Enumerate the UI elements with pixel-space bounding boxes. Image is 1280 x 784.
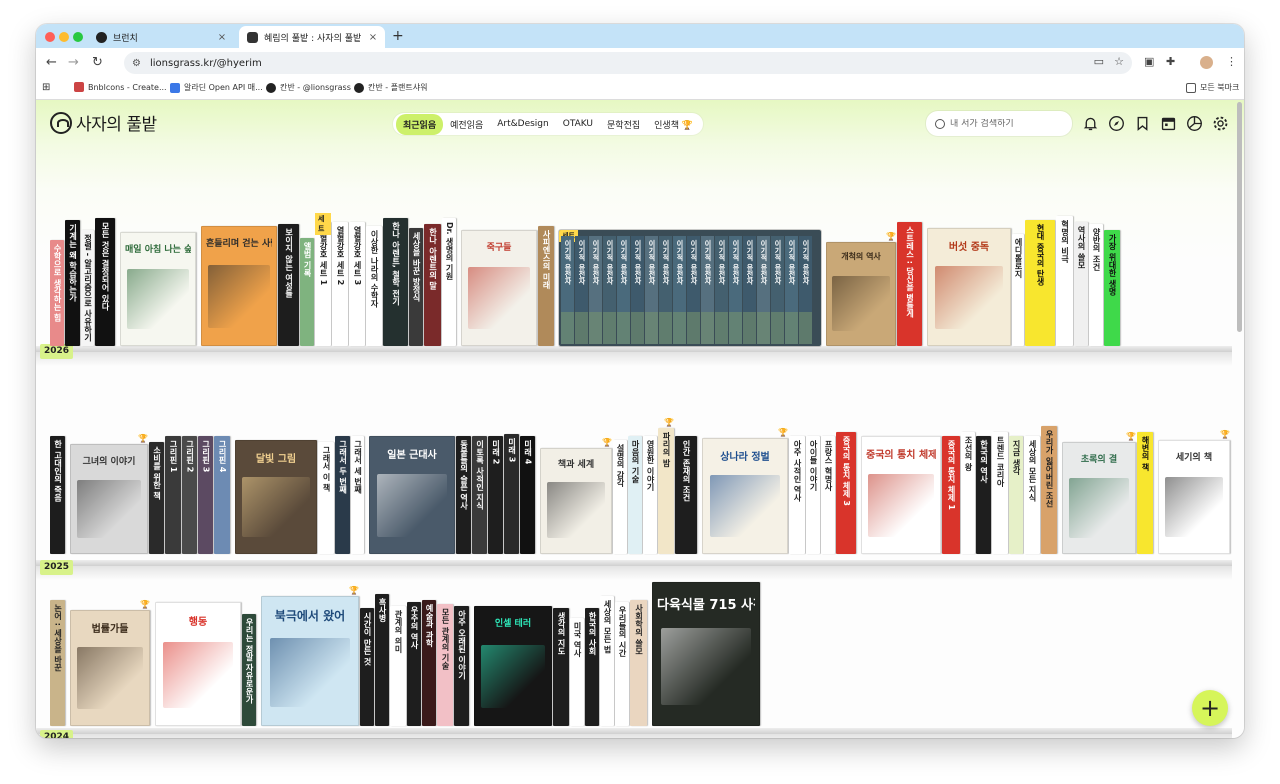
book-spine[interactable]: 논어 : 세상을 바꾼 (50, 600, 65, 726)
bookmark-bnbicons[interactable]: Bnblcons - Create... (74, 82, 167, 92)
tab-title: 브런치 (113, 33, 138, 44)
browser-window: 브런치 × 혜림의 풀밭 : 사자의 풀밭 × + ← → ↻ ⚙ lionsg… (36, 24, 1244, 738)
book-title: 다육식물 715 사전 (657, 598, 755, 614)
book-spine[interactable]: 우리들의 시간 (615, 602, 629, 726)
tab-bar: 브런치 × 혜림의 풀밭 : 사자의 풀밭 × + (36, 24, 1244, 48)
scrollbar[interactable] (1237, 102, 1242, 332)
bookmark-aladin[interactable]: 알라딘 Open API 매... (170, 82, 263, 93)
book-cover[interactable]: 법률가들 (70, 610, 150, 726)
bookmark-label: 알라딘 Open API 매... (184, 83, 263, 92)
book-title: 아주 오래된 이야기 (457, 610, 467, 680)
book-spine[interactable]: 우주의 역사 (407, 602, 421, 726)
browser-toolbar: ← → ↻ ⚙ lionsgrass.kr/@hyerim ▭ ☆ ▣ ✚ ⋮ (36, 48, 1244, 78)
forward-icon[interactable]: → (68, 54, 79, 72)
github-icon (266, 82, 276, 93)
year-label: 2024 (40, 730, 74, 738)
book-title: 우리들의 시간 (618, 606, 627, 657)
bookmark-label: 칸반 - @lionsgrass (280, 83, 351, 92)
extension-icon[interactable]: ▣ (1144, 55, 1154, 68)
close-icon[interactable]: × (216, 32, 228, 43)
page-content: 사자의 풀밭 최근읽음 예전읽음 Art&Design OTAKU 문학전집 인… (36, 100, 1244, 738)
bookmarks-bar: ⊞ Bnblcons - Create... 알라딘 Open API 매...… (36, 78, 1244, 100)
trophy-icon: 🏆 (349, 586, 359, 595)
new-tab-button[interactable]: + (392, 26, 404, 46)
book-spine[interactable]: 우리는 정말 자유로운가 (242, 614, 256, 726)
book-title: 미국 역사 (573, 622, 582, 657)
star-icon[interactable]: ☆ (1114, 55, 1124, 68)
doc-icon (170, 82, 180, 93)
book-title: 사회학의 쓸모 (634, 604, 644, 655)
tab-lionsgrass[interactable]: 혜림의 풀밭 : 사자의 풀밭 × (239, 26, 385, 48)
book-title: 북극에서 왔어 (274, 609, 346, 624)
all-bookmarks[interactable]: 모든 북마크 (1186, 82, 1239, 93)
trophy-icon: 🏆 (140, 600, 150, 609)
book-title: 시간이 만든 것 (363, 612, 372, 666)
shelf-board (36, 728, 1232, 738)
cover-art (77, 647, 143, 710)
book-spine[interactable]: 예술과 과학 (422, 600, 436, 726)
book-spine[interactable]: 모든 관계의 기술 (437, 604, 453, 726)
book-title: 행동 (188, 616, 208, 628)
book-cover[interactable]: 다육식물 715 사전 (652, 582, 760, 726)
github-icon (354, 82, 364, 93)
tab-title: 혜림의 풀밭 : 사자의 풀밭 (264, 33, 362, 44)
book-spine[interactable]: 한국의 사회 (585, 608, 599, 726)
url-text: lionsgrass.kr/@hyerim (150, 57, 262, 69)
all-bookmarks-label: 모든 북마크 (1200, 83, 1240, 92)
menu-icon[interactable]: ⋮ (1226, 55, 1237, 68)
address-bar[interactable]: ⚙ lionsgrass.kr/@hyerim ▭ ☆ (124, 52, 1132, 74)
book-spine[interactable]: 흑사병 (375, 594, 389, 726)
cover-art (162, 642, 234, 708)
close-window-button[interactable] (45, 32, 55, 42)
brunch-icon (96, 31, 107, 43)
cover-art (481, 644, 545, 709)
book-cover[interactable]: 북극에서 왔어 (261, 596, 359, 726)
bookmark-label: Bnblcons - Create... (88, 82, 167, 92)
back-icon[interactable]: ← (46, 54, 57, 72)
site-info-icon[interactable]: ⚙ (132, 58, 146, 69)
close-icon[interactable]: × (367, 32, 379, 43)
cover-art (269, 637, 351, 708)
book-title: 우주의 역사 (410, 606, 419, 649)
cover-art (661, 628, 751, 706)
bookmark-kanban-plantshower[interactable]: 칸반 - 플랜트샤워 (354, 82, 428, 93)
install-icon[interactable]: ▭ (1094, 55, 1104, 68)
tab-brunch[interactable]: 브런치 × (88, 26, 234, 48)
book-title: 한국의 사회 (588, 612, 597, 655)
minimize-window-button[interactable] (59, 32, 69, 42)
puzzle-icon[interactable]: ✚ (1166, 55, 1175, 68)
book-cover[interactable]: 인셀 테러 (474, 606, 552, 726)
book-title: 관계의 의미 (394, 610, 403, 653)
bookmark-kanban-lionsgrass[interactable]: 칸반 - @lionsgrass (266, 82, 351, 93)
book-spine[interactable]: 관계의 의미 (390, 606, 406, 726)
folder-icon (1186, 82, 1196, 93)
book-spine[interactable]: 세상의 모든 법 (600, 596, 614, 726)
book-spine[interactable]: 사회학의 쓸모 (630, 600, 647, 726)
avatar[interactable] (1200, 56, 1213, 69)
book-title: 우리는 정말 자유로운가 (245, 618, 254, 704)
book-spine[interactable]: 미국 역사 (570, 618, 584, 726)
book-title: 논어 : 세상을 바꾼 (53, 604, 63, 672)
book-spine[interactable]: 생각의 지도 (553, 608, 569, 726)
book-title: 예술과 과학 (425, 604, 434, 647)
reload-icon[interactable]: ↻ (92, 54, 103, 72)
bookshelf-2024: 2024 논어 : 세상을 바꾼 법률가들 🏆 행동 우리는 정말 자유로운가 북극에서 … (36, 100, 1232, 738)
book-title: 인셀 테러 (494, 619, 532, 630)
book-title: 생각의 지도 (557, 612, 566, 655)
book-cover[interactable]: 행동 (155, 602, 241, 726)
book-icon (247, 31, 258, 43)
add-book-button[interactable]: + (1192, 690, 1228, 726)
book-title: 흑사병 (378, 598, 387, 622)
book-spine[interactable]: 아주 오래된 이야기 (454, 606, 469, 726)
bookmark-label: 칸반 - 플랜트샤워 (368, 83, 428, 92)
book-title: 모든 관계의 기술 (441, 608, 450, 670)
bnb-icon (74, 82, 84, 92)
book-title: 세상의 모든 법 (603, 600, 612, 654)
book-spine[interactable]: 시간이 만든 것 (360, 608, 374, 726)
book-title: 법률가들 (91, 624, 129, 636)
apps-icon[interactable]: ⊞ (42, 82, 50, 93)
zoom-window-button[interactable] (73, 32, 83, 42)
